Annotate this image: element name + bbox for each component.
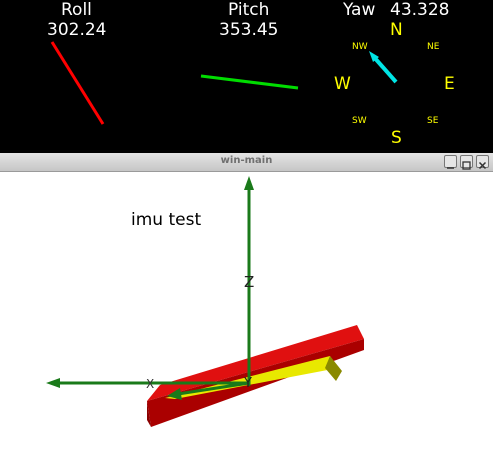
indicator-lines [50,41,398,125]
compass-northwest: NW [352,42,368,52]
x-axis-label: X [146,377,154,391]
compass-south: S [391,128,402,148]
y-axis-arrowhead [46,378,60,388]
compass-east: E [444,74,455,94]
imu-3d-view[interactable]: Z Y X [0,172,493,453]
maximize-icon [462,161,471,170]
compass-northeast: NE [427,42,440,52]
orientation-dashboard: Roll 302.24 Pitch 353.45 Yaw 43.328 N S … [0,0,493,153]
window-titlebar[interactable]: win-main [0,153,493,172]
compass-southwest: SW [352,116,367,126]
scene-caption: imu test [131,210,202,230]
roll-indicator [50,41,105,125]
compass-southeast: SE [427,116,439,126]
z-axis-arrowhead [244,176,254,190]
y-axis-label: Y [243,376,252,391]
compass-west: W [334,74,351,94]
maximize-button[interactable] [460,155,473,170]
main-window: win-main Z Y X imu test [0,153,493,453]
close-icon [478,161,487,170]
minimize-icon [447,167,454,169]
compass-north: N [390,20,403,40]
z-axis-label: Z [244,273,254,291]
close-button[interactable] [476,155,489,170]
minimize-button[interactable] [444,155,457,169]
pitch-indicator [200,74,299,90]
yaw-needle [371,54,398,84]
window-title: win-main [220,155,273,166]
